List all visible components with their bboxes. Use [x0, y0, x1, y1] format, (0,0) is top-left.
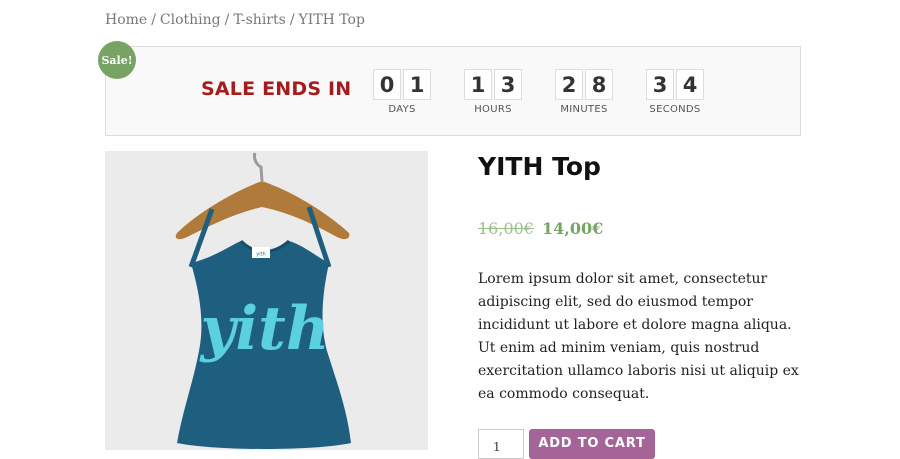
product-title: YITH Top [478, 152, 601, 181]
shirt-tag-text: yith [256, 252, 265, 258]
hanger-hook [253, 152, 264, 182]
breadcrumb-current: YITH Top [298, 12, 365, 28]
sale-price: 14,00€ [541, 219, 604, 238]
add-to-cart-button[interactable]: ADD TO CART [529, 429, 655, 459]
countdown-digit: 3 [646, 69, 674, 100]
countdown-seconds: 3 4 SECONDS [643, 69, 707, 115]
countdown-digit: 0 [373, 69, 401, 100]
breadcrumb: Home / Clothing / T-shirts / YITH Top [105, 12, 365, 28]
breadcrumb-clothing-link[interactable]: Clothing [160, 12, 221, 28]
breadcrumb-home-link[interactable]: Home [105, 12, 147, 28]
countdown-seconds-label: SECONDS [649, 104, 701, 115]
countdown-days-label: DAYS [388, 104, 416, 115]
countdown-minutes: 2 8 MINUTES [552, 69, 616, 115]
breadcrumb-separator: / [289, 12, 295, 28]
breadcrumb-separator: / [151, 12, 156, 28]
sale-countdown: SALE ENDS IN 0 1 DAYS 1 3 HOURS 2 8 MINU… [105, 46, 801, 136]
countdown-minutes-label: MINUTES [560, 104, 608, 115]
countdown-digit: 3 [494, 69, 522, 100]
countdown-digit: 1 [464, 69, 492, 100]
quantity-input[interactable]: 1 [478, 429, 524, 459]
sale-badge: Sale! [98, 41, 136, 79]
countdown-hours-label: HOURS [474, 104, 512, 115]
countdown-digit: 1 [403, 69, 431, 100]
product-description: Lorem ipsum dolor sit amet, consectetur … [478, 271, 799, 402]
sale-ends-heading: SALE ENDS IN [201, 78, 352, 100]
countdown-digit: 8 [585, 69, 613, 100]
product-price: 16,00€ 14,00€ [478, 219, 603, 238]
tank-top-on-hanger-illustration: yith yith [175, 152, 351, 449]
countdown-days: 0 1 DAYS [370, 69, 434, 115]
countdown-digit: 4 [676, 69, 704, 100]
breadcrumb-tshirts-link[interactable]: T-shirts [233, 12, 285, 28]
old-price: 16,00€ [478, 219, 534, 238]
countdown-digit: 2 [555, 69, 583, 100]
countdown-hours: 1 3 HOURS [461, 69, 525, 115]
shirt-print-logo: yith [199, 294, 330, 364]
breadcrumb-separator: / [224, 12, 230, 28]
product-image[interactable]: yith yith [105, 151, 428, 450]
